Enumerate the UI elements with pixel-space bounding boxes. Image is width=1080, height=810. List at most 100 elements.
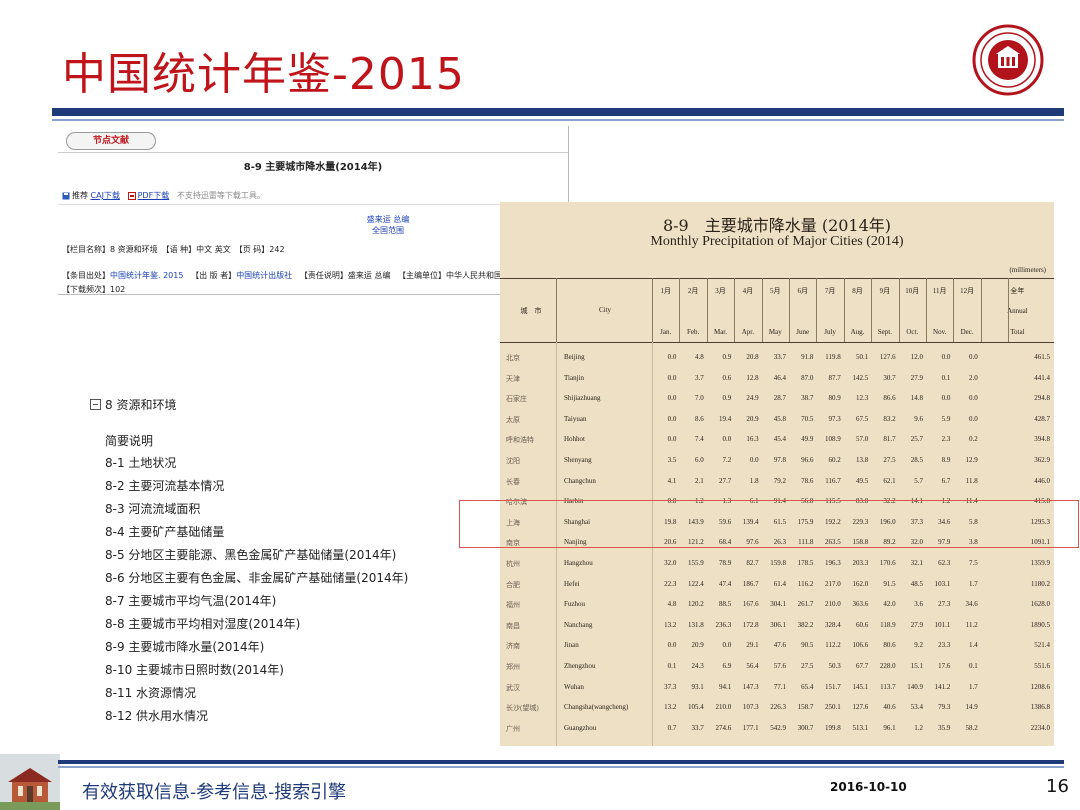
precip-value: 60.6 xyxy=(855,620,869,629)
city-name-cn: 天津 xyxy=(506,374,520,383)
precip-value: 27.5 xyxy=(883,456,896,464)
header-month-en: Feb. xyxy=(686,328,700,336)
precip-value: 141.2 xyxy=(934,682,951,691)
city-name-en: Tianjin xyxy=(564,373,584,382)
precip-value: 33.7 xyxy=(691,723,704,732)
toc-head[interactable]: 8 资源和环境 xyxy=(90,396,176,413)
toc-item[interactable]: 8-10 主要城市日照时数(2014年) xyxy=(105,661,284,678)
toc-item[interactable]: 8-1 土地状况 xyxy=(105,454,176,471)
precip-value: 1359.9 xyxy=(1030,559,1050,567)
toc-item[interactable]: 8-8 主要城市平均相对湿度(2014年) xyxy=(105,615,300,632)
precip-value: 446.0 xyxy=(1034,476,1050,485)
precip-value: 50.3 xyxy=(828,662,841,670)
column-rule xyxy=(1008,278,1009,342)
precip-value: 0.0 xyxy=(667,641,677,650)
toc-item[interactable]: 8-9 主要城市降水量(2014年) xyxy=(105,638,264,655)
precip-value: 32.1 xyxy=(910,559,923,567)
table-row: 长春 Changchun 4.1 2.1 27.7 1.8 79.2 78.6 116.7 49.… xyxy=(500,472,1054,491)
precip-value: 32.0 xyxy=(664,559,677,567)
precip-value: 158.7 xyxy=(797,703,814,712)
precip-value: 11.2 xyxy=(965,620,978,629)
precip-value: 7.2 xyxy=(722,456,732,464)
city-name-en: Beijing xyxy=(564,353,585,361)
table-row: 沈阳 Shenyang 3.5 6.0 7.2 0.0 97.8 96.6 60.2 13.8 27… xyxy=(500,451,1054,470)
precip-value: 6.0 xyxy=(695,456,704,464)
precip-value: 5.9 xyxy=(941,414,951,423)
precip-value: 12.8 xyxy=(746,373,759,382)
precip-value: 151.7 xyxy=(825,682,841,691)
table-row: 南昌 Nanchang 13.2 131.8 236.3 172.8 306.1 382.2 3… xyxy=(500,616,1054,635)
author-link[interactable]: 盛来运 总编 xyxy=(318,214,458,225)
precip-value: 87.7 xyxy=(828,373,841,382)
precip-value: 116.7 xyxy=(825,476,841,485)
city-name-cn: 石家庄 xyxy=(506,395,527,404)
column-rule xyxy=(981,278,982,342)
city-name-en: Hangzhou xyxy=(564,559,593,567)
title-divider xyxy=(52,108,1064,116)
precip-value: 20.9 xyxy=(746,414,759,423)
precip-value: 40.6 xyxy=(883,703,896,712)
precip-value: 7.4 xyxy=(695,435,704,444)
precip-value: 7.5 xyxy=(969,559,978,567)
toc-item[interactable]: 8-4 主要矿产基础储量 xyxy=(105,523,224,540)
node-document-tab[interactable]: 节点文献 xyxy=(66,132,156,150)
scope-link[interactable]: 全国范围 xyxy=(318,225,458,236)
toc-item[interactable]: 8-3 河流流域面积 xyxy=(105,500,200,517)
caj-download-link[interactable]: CAJ下载 xyxy=(91,191,120,200)
recommend-label: 推荐 xyxy=(72,191,88,200)
header-month-en: Apr. xyxy=(741,328,754,336)
precip-value: 14.8 xyxy=(910,394,923,403)
precip-value: 67.5 xyxy=(855,414,869,423)
precip-value: 0.9 xyxy=(722,394,732,403)
city-name-cn: 长沙(望城) xyxy=(506,704,539,713)
toc-item[interactable]: 8-7 主要城市平均气温(2014年) xyxy=(105,592,276,609)
collapse-icon[interactable] xyxy=(90,399,101,410)
precip-value: 0.1 xyxy=(969,662,978,670)
column-rule xyxy=(871,278,872,342)
source-label: 【条目出处】 xyxy=(62,271,110,280)
precip-value: 24.9 xyxy=(746,394,759,403)
toc-item[interactable]: 8-12 供水用水情况 xyxy=(105,707,208,724)
toc-item[interactable]: 8-11 水资源情况 xyxy=(105,684,196,701)
toc-item[interactable]: 8-2 主要河流基本情况 xyxy=(105,477,224,494)
toc-item[interactable]: 8-5 分地区主要能源、黑色金属矿产基础储量(2014年) xyxy=(105,546,396,563)
precip-value: 91.8 xyxy=(801,353,814,361)
precip-value: 203.3 xyxy=(852,559,869,567)
precip-value: 131.8 xyxy=(688,620,704,629)
table-row: 郑州 Zhengzhou 0.1 24.3 6.9 56.4 57.6 27.5 50.3 67.… xyxy=(500,657,1054,676)
save-icon xyxy=(62,192,70,199)
header-month-cn: 9月 xyxy=(879,287,891,295)
precip-value: 11.8 xyxy=(965,476,978,485)
download-note: 不支持迅雷等下载工具。 xyxy=(176,191,265,200)
column-rule xyxy=(789,278,790,342)
city-name-cn: 武汉 xyxy=(506,683,520,692)
precip-value: 226.3 xyxy=(770,703,786,712)
precip-value: 0.2 xyxy=(969,435,978,444)
precip-value: 0.0 xyxy=(969,353,978,361)
precip-value: 8.9 xyxy=(941,456,951,464)
slide-title: 中国统计年鉴-2015 xyxy=(62,49,465,100)
toc-item[interactable]: 8-6 分地区主要有色金属、非金属矿产基础储量(2014年) xyxy=(105,569,408,586)
precip-value: 304.1 xyxy=(770,600,786,609)
precip-value: 106.6 xyxy=(852,641,869,650)
column-rule xyxy=(734,278,735,342)
precip-value: 0.9 xyxy=(722,353,732,361)
toc-item[interactable]: 简要说明 xyxy=(105,432,153,449)
precip-value: 28.5 xyxy=(910,456,923,464)
source-link[interactable]: 中国统计年鉴. 2015 xyxy=(110,271,183,280)
precip-value: 0.0 xyxy=(667,353,677,361)
source-line: 【条目出处】中国统计年鉴. 2015 【出 版 者】中国统计出版社 【责任说明】… xyxy=(62,270,542,281)
precip-value: 0.0 xyxy=(941,353,951,361)
header-rule-top xyxy=(500,278,1054,279)
pdf-download-link[interactable]: PDF下载 xyxy=(138,191,170,200)
precip-value: 17.6 xyxy=(938,662,951,670)
precip-value: 96.1 xyxy=(883,723,896,732)
precip-value: 513.1 xyxy=(852,723,869,732)
precip-value: 363.6 xyxy=(852,600,869,609)
precip-value: 91.5 xyxy=(883,579,896,588)
publisher-link[interactable]: 中国统计出版社 xyxy=(236,271,292,280)
city-name-cn: 合肥 xyxy=(506,580,520,589)
precip-value: 122.4 xyxy=(688,579,704,588)
precip-value: 7.0 xyxy=(695,394,704,403)
precip-value: 140.9 xyxy=(907,682,923,691)
